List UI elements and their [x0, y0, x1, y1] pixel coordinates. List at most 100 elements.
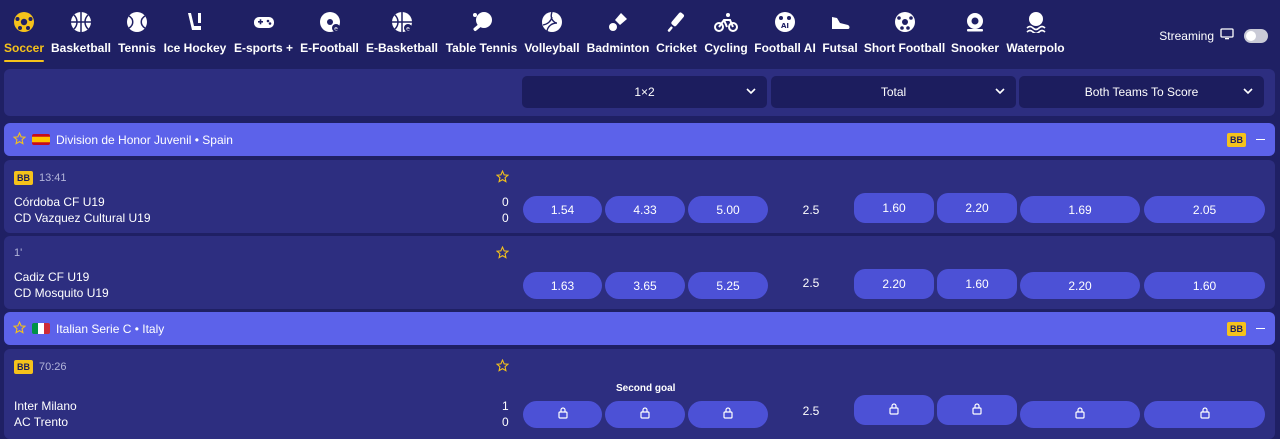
streaming-toggle-group: Streaming: [1159, 28, 1268, 43]
shuttlecock-icon: [606, 10, 630, 34]
odd-button-btts-yes[interactable]: 2.20: [1020, 272, 1140, 299]
nav-item-waterpolo[interactable]: Waterpolo: [1006, 10, 1065, 62]
soccer-ball-icon: [12, 10, 36, 34]
odd-button-under[interactable]: 1.60: [937, 269, 1017, 299]
match-row[interactable]: BB 70:26 Inter Milano AC Trento 1 0 Seco…: [4, 349, 1275, 439]
lock-icon: [972, 402, 982, 418]
nav-item-short-football[interactable]: Short Football: [863, 10, 946, 62]
nav-item-tennis[interactable]: Tennis: [118, 10, 156, 62]
star-icon[interactable]: [12, 131, 27, 148]
star-icon[interactable]: [495, 358, 510, 377]
total-line: 2.5: [802, 404, 820, 418]
odd-button-under[interactable]: 2.20: [937, 193, 1017, 223]
star-icon[interactable]: [12, 320, 27, 337]
football-ai-icon: AI: [773, 10, 797, 34]
nav-item-soccer[interactable]: Soccer: [4, 10, 44, 62]
odd-button-1[interactable]: 1.63: [523, 272, 602, 299]
volleyball-icon: [540, 10, 564, 34]
odd-button-1[interactable]: 1.54: [523, 196, 602, 223]
market-label: Total: [880, 85, 907, 99]
nav-label: Short Football: [863, 41, 946, 55]
star-icon[interactable]: [495, 245, 510, 264]
nav-item-ice-hockey[interactable]: Ice Hockey: [164, 10, 226, 62]
odd-button-locked[interactable]: [1144, 401, 1265, 428]
nav-label: Table Tennis: [445, 41, 518, 55]
nav-item-football-ai[interactable]: AI Football AI: [754, 10, 816, 62]
odd-button-2[interactable]: 5.00: [688, 196, 768, 223]
away-team: CD Mosquito U19: [14, 286, 109, 300]
chevron-down-icon: [1242, 85, 1254, 100]
match-row[interactable]: 1' Cadiz CF U19 CD Mosquito U19 1.63 3.6…: [4, 236, 1275, 309]
odd-button-over[interactable]: 1.60: [854, 193, 934, 223]
nav-label: Basketball: [50, 41, 112, 55]
collapse-icon[interactable]: [1256, 328, 1265, 329]
match-meta: BB 70:26: [14, 360, 67, 374]
league-header-italian-serie-c[interactable]: Italian Serie C • Italy BB: [4, 312, 1275, 345]
market-dropdown-total[interactable]: Total: [771, 76, 1016, 108]
bet-builder-badge: BB: [14, 360, 33, 374]
nav-item-cricket[interactable]: Cricket: [656, 10, 697, 62]
nav-item-snooker[interactable]: Snooker: [951, 10, 999, 62]
nav-item-volleyball[interactable]: Volleyball: [524, 10, 580, 62]
odd-button-locked[interactable]: [688, 401, 768, 428]
bet-builder-badge: BB: [1227, 322, 1246, 336]
lock-icon: [723, 407, 733, 422]
collapse-icon[interactable]: [1256, 139, 1265, 140]
odd-button-locked[interactable]: [854, 395, 934, 425]
nav-item-e-basketball[interactable]: e E-Basketball: [366, 10, 438, 62]
nav-label: Soccer: [3, 41, 45, 55]
league-name: Italian Serie C • Italy: [56, 321, 165, 336]
waterpolo-icon: [1024, 10, 1048, 34]
odd-button-locked[interactable]: [1020, 401, 1140, 428]
bicycle-icon: [714, 10, 738, 34]
streaming-switch[interactable]: [1244, 28, 1268, 43]
league-header-division-de-honor[interactable]: Division de Honor Juvenil • Spain BB: [4, 123, 1275, 156]
odd-button-btts-no[interactable]: 2.05: [1144, 196, 1265, 223]
nav-item-table-tennis[interactable]: Table Tennis: [446, 10, 517, 62]
nav-label: E-Basketball: [365, 41, 439, 55]
svg-text:e: e: [334, 26, 338, 33]
monitor-icon: [1220, 28, 1234, 43]
odd-button-locked[interactable]: [605, 401, 685, 428]
nav-label: Cricket: [656, 41, 697, 55]
futsal-shoe-icon: [828, 10, 852, 34]
nav-item-badminton[interactable]: Badminton: [587, 10, 649, 62]
match-meta: 1': [14, 247, 22, 259]
odd-button-locked[interactable]: [523, 401, 602, 428]
nav-label: Volleyball: [524, 41, 580, 55]
e-basketball-icon: e: [390, 10, 414, 34]
italy-flag-icon: [32, 323, 50, 334]
odd-button-btts-yes[interactable]: 1.69: [1020, 196, 1140, 223]
spain-flag-icon: [32, 134, 50, 145]
star-icon[interactable]: [495, 169, 510, 188]
match-time: 13:41: [39, 172, 67, 184]
nav-label: E-Football: [300, 41, 359, 55]
nav-label: Football AI: [754, 41, 816, 55]
nav-item-futsal[interactable]: Futsal: [822, 10, 858, 62]
lock-icon: [1199, 407, 1210, 422]
home-score: 0: [502, 195, 509, 209]
home-team: Córdoba CF U19: [14, 195, 105, 209]
odd-button-x[interactable]: 3.65: [605, 272, 685, 299]
nav-item-cycling[interactable]: Cycling: [704, 10, 748, 62]
odd-button-2[interactable]: 5.25: [688, 272, 768, 299]
market-dropdown-1x2[interactable]: 1×2: [522, 76, 767, 108]
market-dropdown-btts[interactable]: Both Teams To Score: [1019, 76, 1264, 108]
nav-item-esports[interactable]: E-sports +: [234, 10, 293, 62]
match-row[interactable]: BB 13:41 Córdoba CF U19 CD Vazquez Cultu…: [4, 160, 1275, 233]
table-tennis-paddle-icon: [470, 10, 494, 34]
odd-button-x[interactable]: 4.33: [605, 196, 685, 223]
svg-text:e: e: [406, 26, 410, 33]
nav-item-e-football[interactable]: e E-Football: [300, 10, 359, 62]
away-team: CD Vazquez Cultural U19: [14, 211, 151, 225]
nav-item-basketball[interactable]: Basketball: [50, 10, 112, 62]
match-meta: BB 13:41: [14, 171, 67, 185]
odd-button-over[interactable]: 2.20: [854, 269, 934, 299]
odd-button-locked[interactable]: [937, 395, 1017, 425]
odd-button-btts-no[interactable]: 1.60: [1144, 272, 1265, 299]
market-label: 1×2: [634, 85, 655, 99]
market-selector-bar: 1×2 Total Both Teams To Score: [4, 69, 1275, 116]
snooker-icon: [963, 10, 987, 34]
sports-nav: Soccer Basketball Tennis Ice Hockey E-sp…: [0, 0, 1280, 66]
market-label: Both Teams To Score: [1084, 85, 1199, 99]
